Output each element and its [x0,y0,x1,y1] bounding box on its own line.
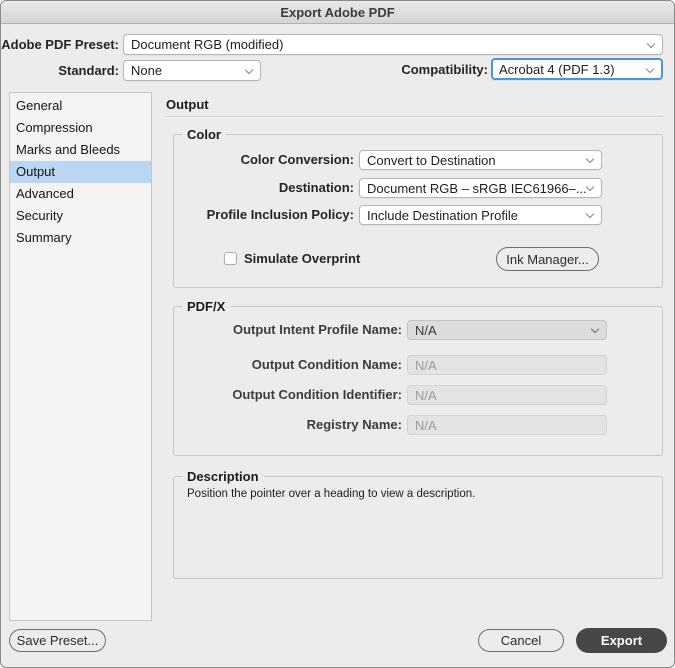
title-bar: Export Adobe PDF [1,1,674,24]
chevron-down-icon [590,324,600,334]
color-conversion-value: Convert to Destination [367,152,496,168]
description-group-legend: Description [182,468,264,485]
adobe-pdf-preset-label: Adobe PDF Preset: [1,37,119,52]
export-button-label: Export [600,633,643,648]
panel-heading: Output [166,97,209,112]
output-intent-profile-name-select: N/A [407,320,607,340]
export-adobe-pdf-dialog: Export Adobe PDF Adobe PDF Preset: Docum… [0,0,675,668]
description-text: Position the pointer over a heading to v… [187,488,476,500]
chevron-down-icon [645,64,655,74]
sidebar-item-summary[interactable]: Summary [10,227,151,249]
color-conversion-select[interactable]: Convert to Destination [359,150,602,170]
output-intent-profile-name-value: N/A [415,322,437,338]
output-condition-name-label: Output Condition Name: [251,357,402,372]
simulate-overprint-label[interactable]: Simulate Overprint [244,249,360,269]
compatibility-value: Acrobat 4 (PDF 1.3) [499,61,615,77]
compatibility-select[interactable]: Acrobat 4 (PDF 1.3) [491,58,663,80]
color-group: Color Color Conversion: Convert to Desti… [173,126,663,288]
chevron-down-icon [585,182,595,192]
standard-value: None [131,63,163,78]
cancel-button-label: Cancel [500,633,542,648]
chevron-down-icon [244,65,254,75]
output-condition-identifier-label: Output Condition Identifier: [232,387,402,402]
save-preset-button-label: Save Preset... [16,633,99,648]
cancel-button[interactable]: Cancel [478,629,564,652]
profile-inclusion-policy-label: Profile Inclusion Policy: [206,207,354,222]
chevron-down-icon [646,39,656,49]
category-list: General Compression Marks and Bleeds Out… [9,92,152,621]
heading-divider [166,116,663,117]
standard-label: Standard: [58,63,119,78]
pdfx-group: PDF/X Output Intent Profile Name: N/A Ou… [173,298,663,456]
ink-manager-button-label: Ink Manager... [506,251,589,267]
profile-inclusion-policy-select[interactable]: Include Destination Profile [359,205,602,225]
destination-label: Destination: [278,180,354,195]
pdfx-group-legend: PDF/X [182,298,231,315]
output-condition-identifier-field: N/A [407,385,607,405]
dialog-title: Export Adobe PDF [280,4,395,20]
registry-name-label: Registry Name: [306,417,402,432]
sidebar-item-output[interactable]: Output [10,161,151,183]
registry-name-value: N/A [415,417,437,433]
sidebar-item-general[interactable]: General [10,95,151,117]
adobe-pdf-preset-value: Document RGB (modified) [131,37,284,52]
sidebar-item-marks-and-bleeds[interactable]: Marks and Bleeds [10,139,151,161]
sidebar-item-compression[interactable]: Compression [10,117,151,139]
output-condition-name-value: N/A [415,357,437,373]
profile-inclusion-policy-value: Include Destination Profile [367,207,519,223]
sidebar-item-advanced[interactable]: Advanced [10,183,151,205]
export-button[interactable]: Export [576,628,667,653]
output-condition-identifier-value: N/A [415,387,437,403]
destination-value: Document RGB – sRGB IEC61966–... [367,180,587,196]
standard-select[interactable]: None [123,60,261,81]
description-group: Description Position the pointer over a … [173,468,663,579]
simulate-overprint-checkbox[interactable] [224,252,237,265]
registry-name-field: N/A [407,415,607,435]
ink-manager-button[interactable]: Ink Manager... [496,247,599,271]
adobe-pdf-preset-select[interactable]: Document RGB (modified) [123,34,663,55]
sidebar-item-security[interactable]: Security [10,205,151,227]
color-group-legend: Color [182,126,226,143]
output-condition-name-field: N/A [407,355,607,375]
output-intent-profile-name-label: Output Intent Profile Name: [233,322,402,337]
save-preset-button[interactable]: Save Preset... [9,629,106,652]
chevron-down-icon [585,154,595,164]
destination-select[interactable]: Document RGB – sRGB IEC61966–... [359,178,602,198]
chevron-down-icon [585,209,595,219]
color-conversion-label: Color Conversion: [240,152,354,167]
compatibility-label: Compatibility: [401,62,488,77]
